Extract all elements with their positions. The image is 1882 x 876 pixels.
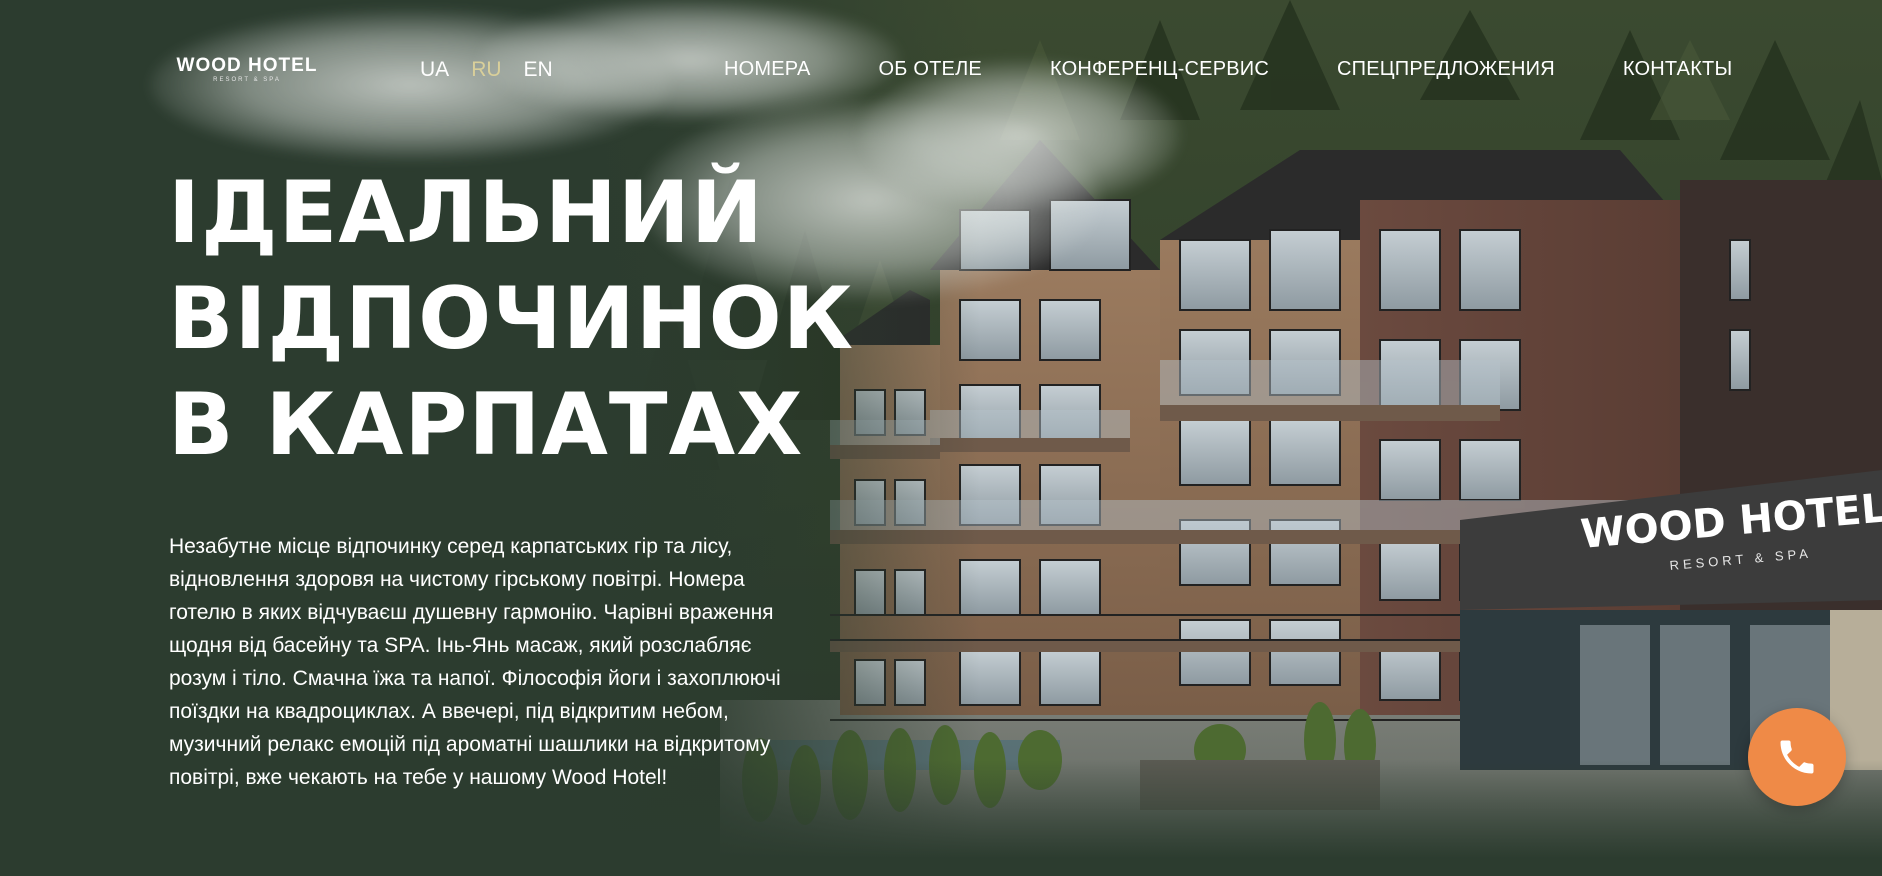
headline-line: ВІДПОЧИНОК [168,269,855,369]
nav-item-rooms[interactable]: НОМЕРА [724,58,811,81]
headline-line: В КАРПАТАХ [168,375,804,475]
nav-item-contacts[interactable]: КОНТАКТЫ [1623,58,1733,81]
lang-en[interactable]: EN [524,58,553,82]
cloud [150,10,670,160]
lang-ua[interactable]: UA [420,58,449,82]
logo-name: WOOD HOTEL [176,55,318,76]
main-nav: НОМЕРА ОБ ОТЕЛЕ КОНФЕРЕНЦ-СЕРВИС СПЕЦПРЕ… [724,58,1732,81]
nav-item-offers[interactable]: СПЕЦПРЕДЛОЖЕНИЯ [1337,58,1555,81]
nav-item-conference[interactable]: КОНФЕРЕНЦ-СЕРВИС [1050,58,1269,81]
site-logo[interactable]: WOOD HOTEL RESORT & SPA [172,56,322,84]
lang-ru[interactable]: RU [471,58,501,82]
hero-description: Незабутне місце відпочинку серед карпатс… [169,535,781,789]
call-button[interactable] [1748,708,1846,806]
language-switcher: UA RU EN [420,58,553,82]
nav-item-about[interactable]: ОБ ОТЕЛЕ [879,58,982,81]
phone-icon [1775,735,1819,779]
hero-section: WOOD HOTEL RESORT & SPA WOOD HOTEL RESOR… [0,0,1882,876]
logo-tagline: RESORT & SPA [213,77,281,83]
hero-headline: ІДЕАЛЬНИЙ ВІДПОЧИНОК В КАРПАТАХ [168,160,854,478]
headline-line: ІДЕАЛЬНИЙ [168,163,764,263]
